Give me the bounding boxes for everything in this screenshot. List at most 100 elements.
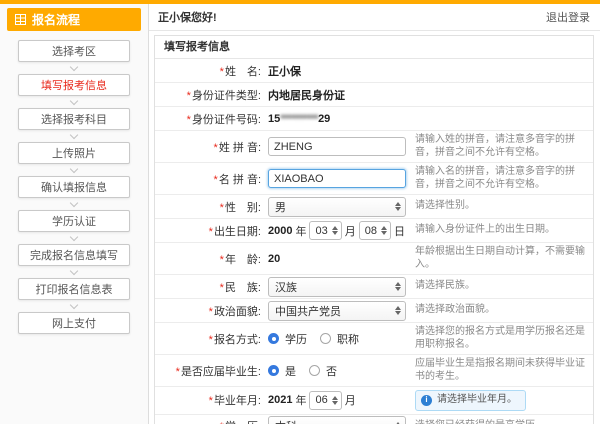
required-mark: * <box>176 366 180 378</box>
chevron-down-icon <box>70 198 78 206</box>
graduation-date-hint: i 请选择毕业年月。 <box>413 388 593 413</box>
gender-label: *性 别: <box>155 199 261 215</box>
form-row-birth-date: *出生日期: 2000 年 03 月 08 日 请输入身份证件上的出生日期。 <box>155 219 593 243</box>
registration-form: 填写报考信息 *姓 名: 正小保 *身份证件类型: 内地居民身份证 *身份证件号… <box>154 35 594 424</box>
select-arrows-icon <box>395 282 401 291</box>
sidebar-header: 报名流程 <box>7 8 141 31</box>
required-mark: * <box>209 306 213 318</box>
day-unit: 日 <box>394 223 405 239</box>
form-row-surname-pinyin: *姓 拼 音: 请输入姓的拼音，请注意多音字的拼音，拼音之间不允许有空格。 <box>155 131 593 163</box>
sidebar-item-complete-info[interactable]: 完成报名信息填写 <box>18 244 130 266</box>
required-mark: * <box>214 174 218 186</box>
ethnicity-select[interactable]: 汉族 <box>268 277 406 297</box>
step-connector <box>71 164 77 176</box>
select-arrows-icon <box>395 306 401 315</box>
reg-method-radio-title[interactable] <box>320 333 331 344</box>
month-unit: 月 <box>345 392 356 408</box>
fresh-grad-radio-yes[interactable] <box>268 365 279 376</box>
political-status-select[interactable]: 中国共产党员 <box>268 301 406 321</box>
sidebar: 报名流程 选择考区 填写报考信息 选择报考科目 上传照片 确认填报信息 学历认证… <box>0 4 149 424</box>
fresh-graduate-label: *是否应届毕业生: <box>155 363 261 379</box>
given-pinyin-input[interactable] <box>268 169 406 188</box>
chevron-down-icon <box>70 266 78 274</box>
sidebar-item-confirm-info[interactable]: 确认填报信息 <box>18 176 130 198</box>
required-mark: * <box>220 282 224 294</box>
surname-pinyin-input[interactable] <box>268 137 406 156</box>
political-status-hint: 请选择政治面貌。 <box>413 302 593 319</box>
form-row-ethnicity: *民 族: 汉族 请选择民族。 <box>155 275 593 299</box>
birth-date-hint: 请输入身份证件上的出生日期。 <box>413 222 593 239</box>
id-number-hint <box>413 117 593 121</box>
chevron-down-icon <box>70 62 78 70</box>
surname-pinyin-hint: 请输入姓的拼音，请注意多音字的拼音，拼音之间不允许有空格。 <box>413 132 593 161</box>
reg-method-radio-education[interactable] <box>268 333 279 344</box>
step-connector <box>71 96 77 108</box>
id-type-hint <box>413 93 593 97</box>
age-label: *年 龄: <box>155 251 261 267</box>
name-hint <box>413 69 593 73</box>
form-row-name: *姓 名: 正小保 <box>155 59 593 83</box>
fresh-graduate-hint: 应届毕业生是指报名期间未获得毕业证书的考生。 <box>413 356 593 385</box>
education-level-select[interactable]: 本科 <box>268 416 406 424</box>
month-unit: 月 <box>345 223 356 239</box>
required-mark: * <box>220 66 224 78</box>
step-connector <box>71 266 77 278</box>
required-mark: * <box>214 142 218 154</box>
gender-select[interactable]: 男 <box>268 197 406 217</box>
gender-hint: 请选择性别。 <box>413 198 593 215</box>
step-connector <box>71 198 77 210</box>
logout-link[interactable]: 退出登录 <box>546 9 590 25</box>
required-mark: * <box>209 226 213 238</box>
form-row-given-pinyin: *名 拼 音: 请输入名的拼音，请注意多音字的拼音，拼音之间不允许有空格。 <box>155 163 593 195</box>
id-type-value: 内地居民身份证 <box>268 87 345 103</box>
birth-month-stepper[interactable]: 03 <box>309 221 341 240</box>
sidebar-item-print-form[interactable]: 打印报名信息表 <box>18 278 130 300</box>
fresh-grad-radio-no[interactable] <box>309 365 320 376</box>
ethnicity-hint: 请选择民族。 <box>413 278 593 295</box>
birth-date-label: *出生日期: <box>155 223 261 239</box>
form-row-id-number: *身份证件号码: 15**********29 <box>155 107 593 131</box>
grad-month-stepper[interactable]: 06 <box>309 391 341 410</box>
sidebar-item-upload-photo[interactable]: 上传照片 <box>18 142 130 164</box>
form-row-political-status: *政治面貌: 中国共产党员 请选择政治面貌。 <box>155 299 593 323</box>
sidebar-item-select-subjects[interactable]: 选择报考科目 <box>18 108 130 130</box>
form-row-age: *年 龄: 20 年龄根据出生日期自动计算，不需要输入。 <box>155 243 593 275</box>
age-value: 20 <box>268 253 280 265</box>
id-number-masked: ********** <box>280 113 318 125</box>
stepper-arrows-icon <box>332 396 338 405</box>
stepper-arrows-icon <box>381 226 387 235</box>
sidebar-item-select-exam-area[interactable]: 选择考区 <box>18 40 130 62</box>
year-unit: 年 <box>295 223 306 239</box>
registration-method-label: *报名方式: <box>155 331 261 347</box>
id-number-suffix: 29 <box>318 113 330 125</box>
id-number-label: *身份证件号码: <box>155 111 261 127</box>
birth-year-value: 2000 <box>268 225 292 237</box>
birth-day-stepper[interactable]: 08 <box>359 221 391 240</box>
education-level-hint: 选择您已经获得的最高学历。 <box>413 418 593 424</box>
chevron-down-icon <box>70 130 78 138</box>
reg-method-option-label: 职称 <box>337 331 359 347</box>
chevron-down-icon <box>70 96 78 104</box>
process-grid-icon <box>15 14 26 25</box>
step-connector <box>71 130 77 142</box>
required-mark: * <box>220 202 224 214</box>
select-arrows-icon <box>395 202 401 211</box>
step-list: 选择考区 填写报考信息 选择报考科目 上传照片 确认填报信息 学历认证 完成报名… <box>18 40 130 334</box>
user-greeting: 正小保您好! <box>158 9 217 25</box>
chevron-down-icon <box>70 300 78 308</box>
age-hint: 年龄根据出生日期自动计算，不需要输入。 <box>413 244 593 273</box>
sidebar-item-online-payment[interactable]: 网上支付 <box>18 312 130 334</box>
name-label: *姓 名: <box>155 63 261 79</box>
fresh-grad-option-label: 是 <box>285 363 296 379</box>
required-mark: * <box>187 114 191 126</box>
sidebar-item-education-verify[interactable]: 学历认证 <box>18 210 130 232</box>
ethnicity-label: *民 族: <box>155 279 261 295</box>
topbar: 正小保您好! 退出登录 <box>149 4 600 31</box>
graduation-date-label: *毕业年月: <box>155 392 261 408</box>
registration-method-hint: 请选择您的报名方式是用学历报名还是用职称报名。 <box>413 324 593 353</box>
given-pinyin-label: *名 拼 音: <box>155 171 261 187</box>
form-section-title: 填写报考信息 <box>155 36 593 59</box>
sidebar-item-fill-info[interactable]: 填写报考信息 <box>18 74 130 96</box>
political-status-label: *政治面貌: <box>155 303 261 319</box>
sidebar-title: 报名流程 <box>32 11 80 28</box>
